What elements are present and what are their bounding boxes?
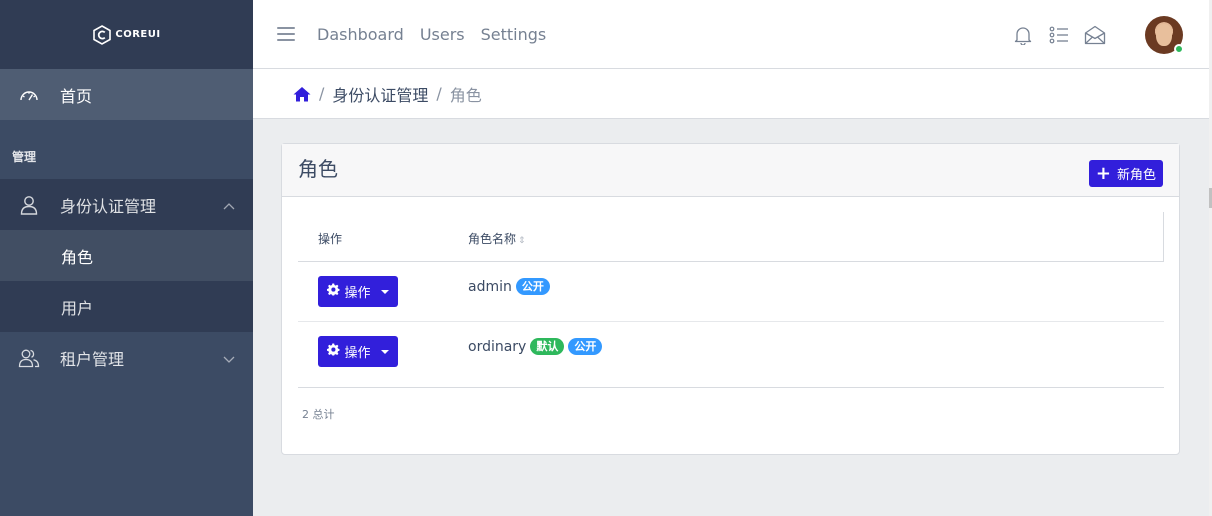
avatar[interactable] [1145,16,1184,54]
table-header: 操作 角色名称 ⇕ [298,212,1164,262]
caret-down-icon [380,349,389,354]
brand-text: COREUI [115,29,161,40]
people-icon [18,347,40,369]
new-role-label: 新角色 [1116,168,1156,183]
default-badge: 默认 [530,338,565,355]
sidebar-item-label: 身份认证管理 [60,196,157,216]
chevron-up-icon [223,195,235,214]
coreui-logo-icon: COREUI [92,24,161,45]
speedometer-icon [18,84,40,106]
header-link-dashboard[interactable]: Dashboard [317,25,404,44]
sidebar-item-label: 首页 [60,86,93,106]
chevron-down-icon [223,348,235,367]
role-name-cell: admin 公开 [468,278,550,295]
sidebar-item-label: 租户管理 [60,349,125,369]
role-name-cell: ordinary 默认 公开 [468,338,603,355]
online-status-indicator [1174,44,1184,54]
page-title: 角色 [298,157,338,181]
new-role-button[interactable]: + 新角色 [1088,160,1163,187]
breadcrumb-separator: / [319,84,325,103]
header-link-settings[interactable]: Settings [481,25,547,44]
avatar-face [1156,24,1172,46]
actions-dropdown-button[interactable]: 操作 [318,336,398,367]
gear-icon [327,343,340,360]
sidebar-item-users[interactable]: 用户 [0,281,253,332]
header-link-users[interactable]: Users [420,25,465,44]
sidebar-group-identity[interactable]: 身份认证管理 [0,179,253,230]
column-header-role-name-label: 角色名称 [468,232,517,246]
gear-icon [327,283,340,300]
actions-dropdown-button[interactable]: 操作 [318,276,398,307]
sidebar-item-roles[interactable]: 角色 [0,230,253,281]
roles-card: 角色 + 新角色 操作 角色名称 ⇕ 操作 admin 公开 操作 ordina… [281,143,1180,455]
bell-icon[interactable] [1005,17,1041,53]
column-header-role-name[interactable]: 角色名称 ⇕ [468,230,526,247]
role-name: admin [468,278,512,295]
list-icon[interactable] [1041,17,1077,53]
hamburger-menu-icon[interactable] [277,25,295,43]
header-actions [1005,16,1184,54]
brand[interactable]: COREUI [0,0,253,69]
roles-table: 操作 角色名称 ⇕ 操作 admin 公开 操作 ordinary 默认 公开 [298,212,1164,388]
home-icon[interactable] [293,86,311,102]
sidebar: COREUI 首页 管理 身份认证管理 角色 用户 租户管理 [0,0,253,516]
role-name: ordinary [468,338,527,355]
sidebar-section-title: 管理 [12,150,37,164]
user-icon [18,194,40,216]
column-header-actions: 操作 [318,232,343,246]
breadcrumb-item-roles: 角色 [449,85,482,105]
card-header: 角色 + 新角色 [282,144,1179,197]
breadcrumb: / 身份认证管理 / 角色 [253,69,1209,119]
status-badge: 公开 [515,278,550,295]
sidebar-item-home[interactable]: 首页 [0,69,253,120]
table-row: 操作 ordinary 默认 公开 [298,322,1164,388]
total-count: 2 总计 [302,408,335,421]
plus-icon: + [1095,162,1111,184]
breadcrumb-separator: / [436,84,442,103]
table-row: 操作 admin 公开 [298,262,1164,322]
envelope-open-icon[interactable] [1077,17,1113,53]
top-header: Dashboard Users Settings [253,0,1209,69]
sidebar-group-tenants[interactable]: 租户管理 [0,332,253,383]
breadcrumb-item-identity[interactable]: 身份认证管理 [332,82,428,106]
actions-label: 操作 [344,286,371,301]
caret-down-icon [380,289,389,294]
actions-label: 操作 [344,346,371,361]
sort-icon: ⇕ [518,236,526,246]
header-nav: Dashboard Users Settings [317,25,546,44]
status-badge: 公开 [568,338,603,355]
